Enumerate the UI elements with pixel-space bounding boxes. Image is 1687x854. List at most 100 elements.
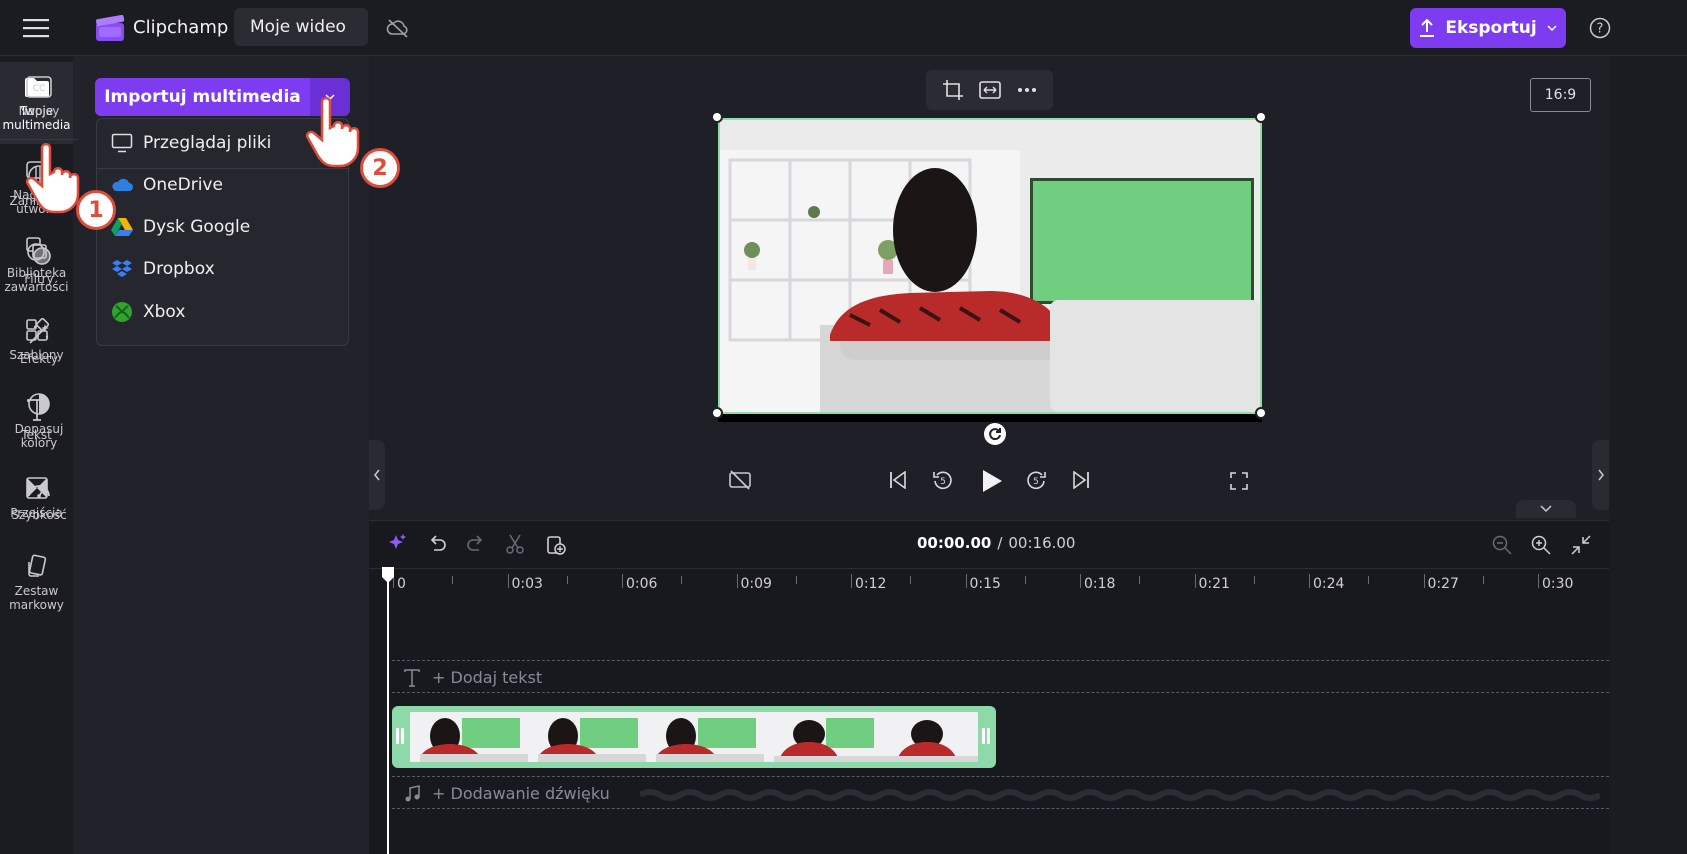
ruler-tick [1309, 574, 1310, 588]
ruler-tick-label: 0:03 [511, 576, 543, 592]
forward-5s-icon[interactable]: 5 [1025, 469, 1047, 491]
zoom-out-icon[interactable] [1492, 535, 1512, 555]
sidebar-item-label: Efekty [20, 352, 58, 366]
sidebar-item-speed[interactable]: Szybkość [0, 478, 78, 538]
brand-name: Clipchamp [133, 17, 229, 38]
menu-item-browse-files[interactable]: Przeglądaj pliki [111, 133, 271, 153]
more-options-icon[interactable] [1017, 87, 1037, 93]
hamburger-menu-icon[interactable] [22, 14, 50, 42]
undo-icon[interactable] [428, 534, 446, 552]
ruler-minor-tick [452, 576, 454, 584]
duplicate-icon[interactable] [546, 533, 566, 555]
sidebar-item-label: Filtry [24, 272, 54, 286]
play-icon[interactable] [980, 468, 1004, 494]
menu-item-dropbox[interactable]: Dropbox [111, 259, 215, 279]
ruler-tick-label: 0:06 [626, 576, 658, 592]
svg-text:?: ? [1597, 22, 1604, 37]
sidebar-item-effects[interactable]: Efekty [0, 322, 78, 382]
clip-thumbnail [646, 712, 764, 762]
sidebar-item-label: Zestaw markowy [9, 584, 64, 612]
clip-trim-handle-right[interactable] [987, 728, 990, 744]
sidebar-item-captions[interactable]: CC Napisy [0, 76, 78, 140]
crop-icon[interactable] [942, 79, 964, 101]
sidebar-item-label: Dopasuj kolory [14, 422, 64, 450]
clip-trim-handle-right[interactable] [982, 728, 985, 744]
speed-icon [28, 485, 50, 498]
svg-text:5: 5 [1033, 477, 1039, 487]
track-divider [392, 660, 1609, 661]
rewind-5s-icon[interactable]: 5 [932, 469, 954, 491]
aspect-ratio-button[interactable]: 16:9 [1530, 78, 1591, 112]
resize-handle-bottom-right[interactable] [1255, 407, 1267, 419]
sidebar-item-filters[interactable]: Filtry [0, 242, 78, 302]
ruler-tick-label: 0:30 [1542, 576, 1574, 592]
sidebar-item-label: Napisy [18, 104, 60, 118]
resize-handle-bottom-left[interactable] [711, 407, 723, 419]
clip-trim-handle-left[interactable] [401, 728, 404, 744]
ruler-tick [1080, 574, 1081, 588]
playhead-handle[interactable] [381, 566, 395, 584]
split-scissors-icon[interactable] [506, 534, 524, 554]
rotate-icon[interactable] [984, 423, 1006, 445]
track-divider [392, 808, 1609, 809]
sidebar-item-adjust-colors[interactable]: Dopasuj kolory [0, 392, 78, 462]
fit-timeline-icon[interactable] [1570, 534, 1592, 556]
menu-item-onedrive[interactable]: OneDrive [111, 175, 223, 195]
clip-thumbnail [882, 712, 978, 762]
menu-item-label: Xbox [143, 302, 186, 322]
ruler-tick-label: 0:12 [855, 576, 887, 592]
ruler-tick [1423, 574, 1425, 588]
ruler-tick [1194, 574, 1196, 588]
ruler-tick [851, 574, 852, 588]
add-text-label: + Dodaj tekst [432, 668, 543, 687]
music-note-icon [405, 784, 420, 801]
menu-item-google-drive[interactable]: Dysk Google [111, 217, 250, 237]
dropbox-icon [112, 260, 132, 277]
collapse-left-panel-icon[interactable] [369, 440, 385, 510]
add-text-track[interactable]: + Dodaj tekst [404, 668, 542, 687]
zoom-in-icon[interactable] [1531, 535, 1551, 555]
clip-thumbnail [764, 712, 882, 762]
help-icon[interactable]: ? [1588, 16, 1612, 40]
sidebar-item-brand-kit[interactable]: Zestaw markowy [0, 554, 73, 624]
adjust-colors-icon [28, 393, 50, 415]
video-clip[interactable] [392, 706, 996, 768]
video-frame-image [720, 120, 1260, 412]
collapse-right-panel-icon[interactable] [1592, 440, 1609, 510]
monitor-icon [111, 133, 133, 153]
fullscreen-icon[interactable] [1230, 472, 1248, 490]
upload-icon [1420, 19, 1435, 37]
svg-text:5: 5 [940, 477, 946, 487]
sidebar-item-label: Szybkość [11, 508, 67, 522]
import-media-button[interactable]: Importuj multimedia [95, 78, 310, 116]
ruler-divider [369, 568, 1609, 569]
ruler-tick-label: 0:09 [740, 576, 772, 592]
ai-sparkle-icon[interactable] [388, 533, 408, 553]
menu-item-label: OneDrive [143, 175, 223, 195]
redo-icon[interactable] [467, 534, 485, 552]
hide-preview-icon[interactable] [729, 470, 751, 490]
clip-trim-handle-left[interactable] [396, 728, 399, 744]
track-divider [392, 692, 1609, 693]
ruler-tick [1538, 574, 1539, 588]
skip-to-end-icon[interactable] [1072, 471, 1090, 489]
right-sidebar [1609, 56, 1687, 854]
current-time: 00:00.00 [917, 534, 992, 552]
clip-thumbnail [410, 712, 528, 762]
chevron-down-icon [1547, 25, 1557, 31]
ruler-tick [736, 574, 738, 588]
resize-handle-top-left[interactable] [711, 111, 723, 123]
project-title[interactable]: Moje wideo [234, 8, 368, 46]
ruler-tick-label: 0:27 [1427, 576, 1459, 592]
preview-toolbar [926, 70, 1053, 110]
export-button[interactable]: Eksportuj [1410, 8, 1566, 48]
skip-to-start-icon[interactable] [889, 471, 907, 489]
step-badge-1: 1 [76, 190, 116, 230]
video-preview[interactable] [718, 118, 1262, 414]
menu-item-xbox[interactable]: Xbox [111, 301, 185, 323]
resize-handle-top-right[interactable] [1255, 111, 1267, 123]
add-audio-track[interactable]: + Dodawanie dźwięku [404, 784, 610, 803]
collapse-timeline-icon[interactable] [1516, 500, 1576, 518]
fit-icon[interactable] [979, 81, 1002, 99]
cloud-off-icon[interactable] [384, 14, 412, 42]
